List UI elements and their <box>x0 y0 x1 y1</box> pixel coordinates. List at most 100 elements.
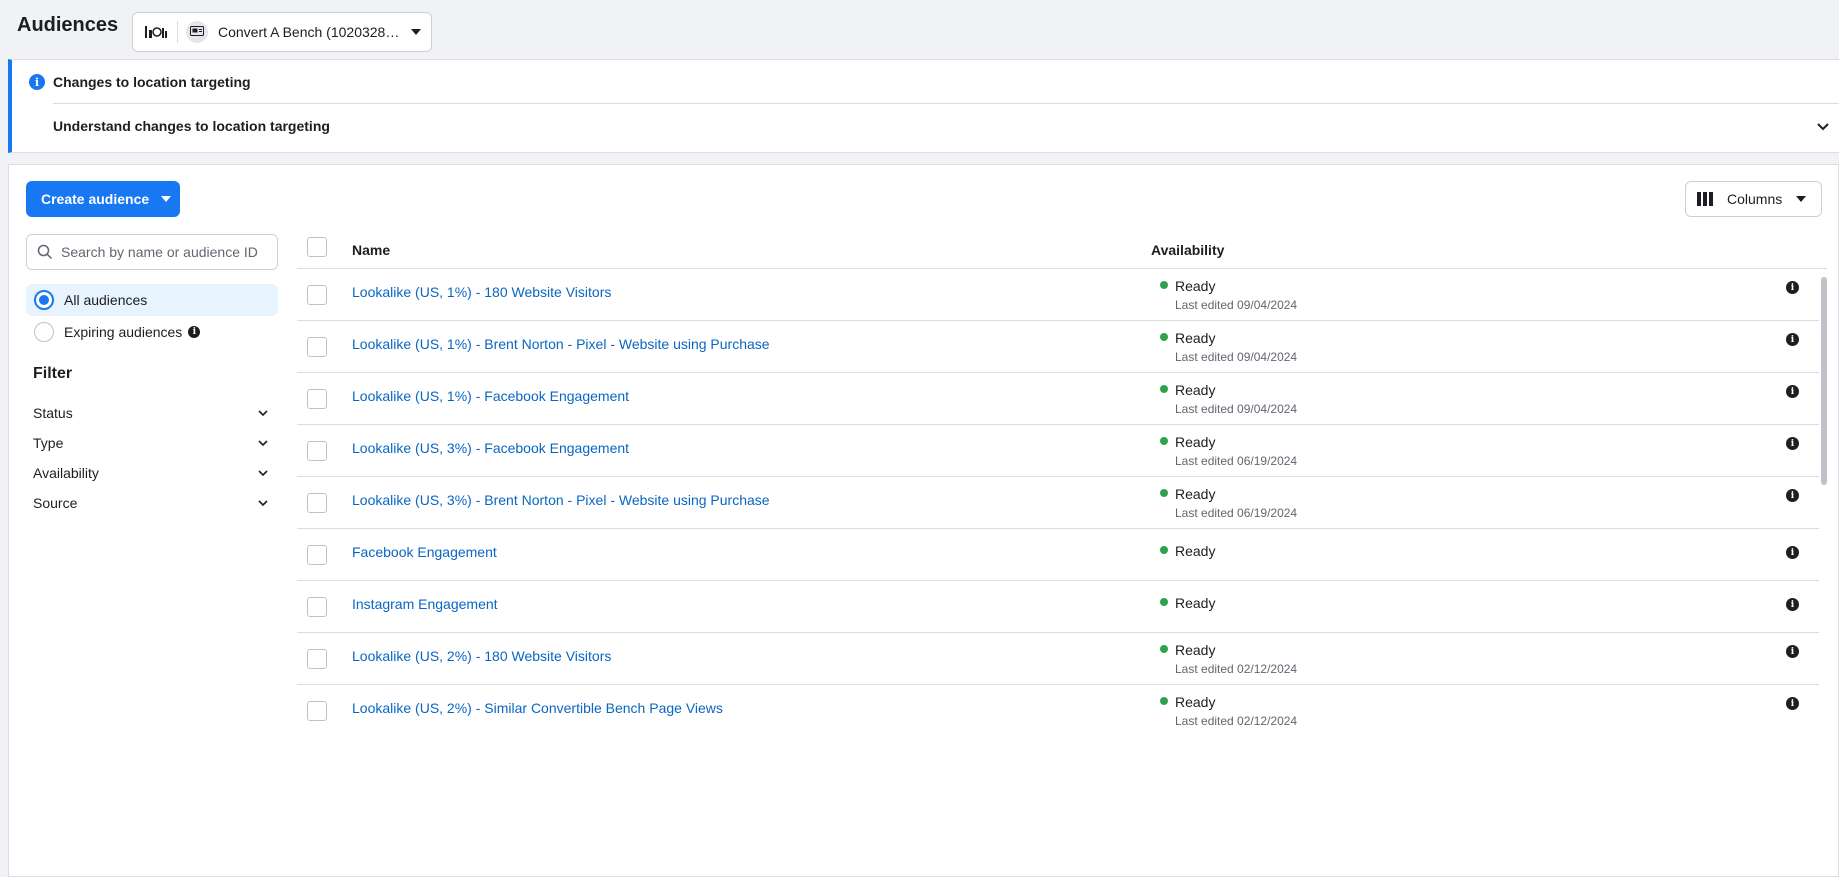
create-audience-button[interactable]: Create audience <box>26 181 180 217</box>
info-icon[interactable]: i <box>1786 333 1799 346</box>
table-scrollbar[interactable] <box>1821 277 1827 485</box>
table-body: Remarketing Last 30 daysReadyLast edited… <box>297 269 1827 727</box>
status-text: Ready <box>1175 543 1216 559</box>
columns-label: Columns <box>1727 191 1783 207</box>
info-icon[interactable]: i <box>1786 697 1799 710</box>
notice-divider <box>53 103 1839 104</box>
filter-type-label: Type <box>33 435 64 451</box>
audience-name-link[interactable]: Lookalike (US, 1%) - Facebook Engagement <box>352 388 629 404</box>
expiring-audiences-option[interactable]: Expiring audiences i <box>26 316 278 348</box>
row-checkbox[interactable] <box>307 337 327 357</box>
audience-name-link[interactable]: Lookalike (US, 3%) - Facebook Engagement <box>352 440 629 456</box>
last-edited-text: Last edited 09/04/2024 <box>1175 298 1298 312</box>
audience-name-link[interactable]: Lookalike (US, 2%) - Similar Convertible… <box>352 700 723 716</box>
chevron-down-icon <box>258 410 268 417</box>
row-checkbox[interactable] <box>307 545 327 565</box>
info-icon[interactable]: i <box>1786 489 1799 502</box>
chevron-down-icon <box>1796 196 1807 202</box>
chevron-down-icon <box>161 196 172 202</box>
last-edited-text: Last edited 06/19/2024 <box>1175 454 1298 468</box>
last-edited-text: Last edited 06/19/2024 <box>1175 506 1298 520</box>
search-input[interactable] <box>61 244 261 260</box>
status-text: Ready <box>1175 595 1216 611</box>
top-bar: Audiences Convert A Bench (1020328… <box>0 0 1839 58</box>
info-icon[interactable]: i <box>1786 598 1799 611</box>
row-checkbox[interactable] <box>307 285 327 305</box>
audience-name-link[interactable]: Lookalike (US, 1%) - Brent Norton - Pixe… <box>352 336 770 352</box>
audience-name-link[interactable]: Lookalike (US, 2%) - 180 Website Visitor… <box>352 648 611 664</box>
status-ready-dot <box>1160 333 1168 341</box>
table-row[interactable]: Instagram Engagement Ready i <box>297 581 1819 633</box>
column-header-availability[interactable]: Availability <box>1151 242 1224 258</box>
all-audiences-option[interactable]: All audiences <box>26 284 278 316</box>
info-icon: i <box>29 74 45 90</box>
notice-title: Changes to location targeting <box>53 74 251 90</box>
audience-name-link[interactable]: Instagram Engagement <box>352 596 498 612</box>
column-header-name[interactable]: Name <box>352 242 390 258</box>
table-header: Name Availability <box>297 225 1827 269</box>
filter-status[interactable]: Status <box>33 401 270 425</box>
audiences-panel: Create audience Columns All audiences Ex… <box>8 164 1839 877</box>
audience-name-link[interactable]: Facebook Engagement <box>352 544 497 560</box>
table-row[interactable]: Facebook Engagement Ready i <box>297 529 1819 581</box>
status-text: Ready <box>1175 434 1216 450</box>
filter-availability-label: Availability <box>33 465 99 481</box>
filter-availability[interactable]: Availability <box>33 461 270 485</box>
columns-icon <box>1697 192 1713 206</box>
ad-account-selector[interactable]: Convert A Bench (1020328… <box>132 12 432 52</box>
status-text: Ready <box>1175 278 1216 294</box>
account-logo-icon <box>143 21 169 43</box>
status-ready-dot <box>1160 546 1168 554</box>
status-ready-dot <box>1160 598 1168 606</box>
notice-expand-toggle[interactable]: Understand changes to location targeting <box>53 118 330 134</box>
table-row[interactable]: Lookalike (US, 1%) - 180 Website Visitor… <box>297 269 1819 321</box>
account-separator <box>177 21 178 43</box>
info-icon[interactable]: i <box>1786 645 1799 658</box>
table-row[interactable]: Lookalike (US, 2%) - Similar Convertible… <box>297 685 1819 727</box>
last-edited-text: Last edited 09/04/2024 <box>1175 350 1298 364</box>
row-checkbox[interactable] <box>307 389 327 409</box>
page-title: Audiences <box>17 14 119 36</box>
columns-button[interactable]: Columns <box>1685 181 1822 217</box>
status-ready-dot <box>1160 697 1168 705</box>
info-icon[interactable]: i <box>1786 546 1799 559</box>
info-icon[interactable]: i <box>1786 281 1799 294</box>
all-audiences-radio[interactable] <box>34 290 54 310</box>
ad-account-icon <box>186 21 208 43</box>
status-text: Ready <box>1175 694 1216 710</box>
audience-name-link[interactable]: Lookalike (US, 3%) - Brent Norton - Pixe… <box>352 492 770 508</box>
filter-status-label: Status <box>33 405 73 421</box>
table-row[interactable]: Lookalike (US, 3%) - Brent Norton - Pixe… <box>297 477 1819 529</box>
search-field[interactable] <box>26 234 278 270</box>
table-row[interactable]: Lookalike (US, 2%) - 180 Website Visitor… <box>297 633 1819 685</box>
table-row[interactable]: Lookalike (US, 1%) - Facebook Engagement… <box>297 373 1819 425</box>
expiring-audiences-radio[interactable] <box>34 322 54 342</box>
all-audiences-label: All audiences <box>64 292 148 308</box>
row-checkbox[interactable] <box>307 441 327 461</box>
status-text: Ready <box>1175 642 1216 658</box>
status-text: Ready <box>1175 486 1216 502</box>
status-ready-dot <box>1160 489 1168 497</box>
table-row[interactable]: Lookalike (US, 1%) - Brent Norton - Pixe… <box>297 321 1819 373</box>
chevron-down-icon <box>258 500 268 507</box>
expiring-audiences-label: Expiring audiences <box>64 324 183 340</box>
chevron-down-icon[interactable] <box>1815 118 1831 134</box>
info-icon[interactable]: i <box>1786 385 1799 398</box>
table-row[interactable]: Lookalike (US, 3%) - Facebook Engagement… <box>297 425 1819 477</box>
audience-name-link[interactable]: Lookalike (US, 1%) - 180 Website Visitor… <box>352 284 611 300</box>
info-icon[interactable]: i <box>188 326 201 338</box>
create-audience-label: Create audience <box>41 191 150 207</box>
info-icon[interactable]: i <box>1786 437 1799 450</box>
filter-type[interactable]: Type <box>33 431 270 455</box>
last-edited-text: Last edited 09/04/2024 <box>1175 402 1298 416</box>
select-all-checkbox[interactable] <box>307 237 327 257</box>
row-checkbox[interactable] <box>307 701 327 721</box>
chevron-down-icon <box>258 440 268 447</box>
row-checkbox[interactable] <box>307 493 327 513</box>
filter-title: Filter <box>33 365 73 382</box>
status-ready-dot <box>1160 645 1168 653</box>
status-text: Ready <box>1175 330 1216 346</box>
filter-source[interactable]: Source <box>33 491 270 515</box>
row-checkbox[interactable] <box>307 649 327 669</box>
row-checkbox[interactable] <box>307 597 327 617</box>
